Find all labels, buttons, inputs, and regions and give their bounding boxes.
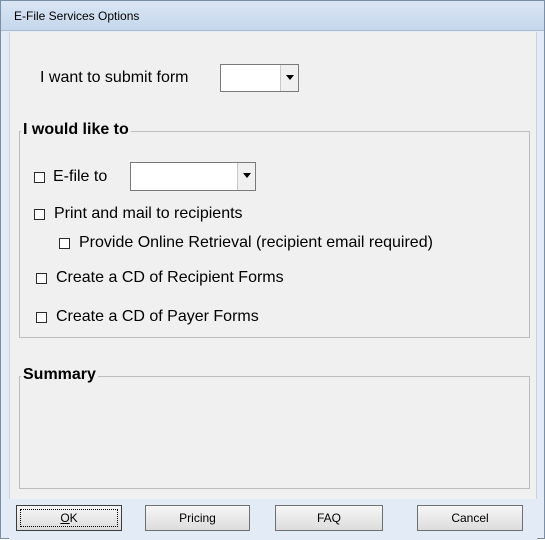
submit-form-dropdown[interactable] (220, 64, 299, 92)
submit-form-label: I want to submit form (40, 69, 189, 86)
window-title: E-File Services Options (14, 9, 140, 23)
efile-checkbox[interactable] (34, 172, 45, 183)
chevron-down-icon[interactable] (237, 163, 255, 190)
cd-payer-label[interactable]: Create a CD of Payer Forms (56, 308, 259, 326)
pricing-button[interactable]: Pricing (145, 505, 250, 531)
dialog-body: I want to submit form I would like to E-… (9, 32, 537, 499)
efile-target-dropdown[interactable] (130, 162, 256, 191)
online-retrieval-checkbox[interactable] (59, 238, 70, 249)
efile-services-dialog: E-File Services Options I want to submit… (0, 0, 545, 540)
title-bar[interactable]: E-File Services Options (1, 1, 544, 31)
cd-recipient-label[interactable]: Create a CD of Recipient Forms (56, 269, 284, 287)
online-retrieval-label[interactable]: Provide Online Retrieval (recipient emai… (79, 234, 433, 252)
cd-payer-checkbox[interactable] (36, 312, 47, 323)
summary-groupbox: Summary (19, 366, 530, 489)
button-bar: OK Pricing FAQ Cancel (9, 499, 537, 540)
print-mail-checkbox[interactable] (34, 209, 45, 220)
chevron-down-icon[interactable] (280, 65, 298, 91)
summary-group-title: Summary (21, 366, 98, 384)
efile-label[interactable]: E-file to (53, 168, 107, 186)
faq-button[interactable]: FAQ (275, 505, 383, 531)
ok-button[interactable]: OK (16, 505, 122, 531)
cd-recipient-checkbox[interactable] (36, 273, 47, 284)
cancel-button[interactable]: Cancel (417, 505, 523, 531)
print-mail-label[interactable]: Print and mail to recipients (54, 205, 243, 223)
options-groupbox: I would like to E-file to Print and mail… (19, 121, 530, 338)
options-group-title: I would like to (21, 121, 131, 139)
